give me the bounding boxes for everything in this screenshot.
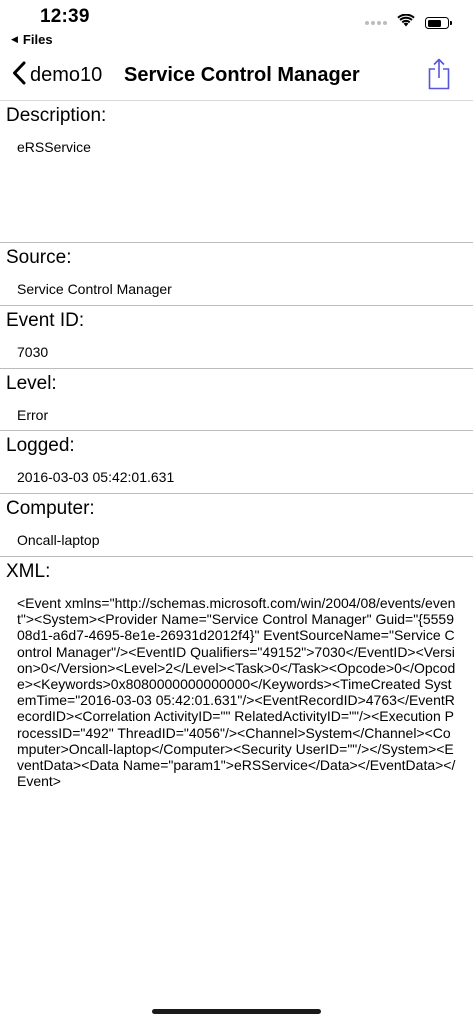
description-section: Description: eRSService [0,101,473,243]
status-bar: 12:39 ◀ Files [0,0,473,52]
status-icons [365,13,452,32]
event-id-label: Event ID: [6,310,85,331]
logged-label: Logged: [6,435,75,456]
signal-icon [365,21,387,25]
battery-icon [425,17,452,29]
computer-label: Computer: [6,498,95,519]
back-button[interactable]: demo10 [12,61,102,90]
event-detail-content: Description: eRSService Source: Service … [0,101,473,817]
xml-value: <Event xmlns="http://schemas.microsoft.c… [17,595,456,790]
share-button[interactable] [427,58,451,95]
return-to-app-button[interactable]: ◀ Files [11,32,53,47]
event-id-section: Event ID: 7030 [0,306,473,369]
description-value: eRSService [17,139,91,155]
triangle-left-icon: ◀ [11,34,18,44]
level-section: Level: Error [0,369,473,431]
source-value: Service Control Manager [17,281,172,297]
chevron-left-icon [12,61,26,90]
computer-section: Computer: Oncall-laptop [0,494,473,557]
logged-section: Logged: 2016-03-03 05:42:01.631 [0,431,473,494]
source-label: Source: [6,247,72,268]
page-title: Service Control Manager [124,64,360,86]
status-time: 12:39 [40,6,90,27]
navigation-bar: demo10 Service Control Manager [0,52,473,101]
level-label: Level: [6,373,57,394]
description-label: Description: [6,105,107,126]
xml-label: XML: [6,561,51,582]
level-value: Error [17,407,49,423]
back-button-label: demo10 [30,64,103,86]
event-id-value: 7030 [17,344,49,360]
computer-value: Oncall-laptop [17,532,100,548]
home-indicator[interactable] [152,1009,321,1014]
share-icon [427,58,451,94]
source-section: Source: Service Control Manager [0,243,473,306]
logged-value: 2016-03-03 05:42:01.631 [17,469,175,485]
return-to-app-label: Files [22,32,53,47]
wifi-icon [397,13,415,32]
xml-section: XML: <Event xmlns="http://schemas.micros… [0,557,473,817]
